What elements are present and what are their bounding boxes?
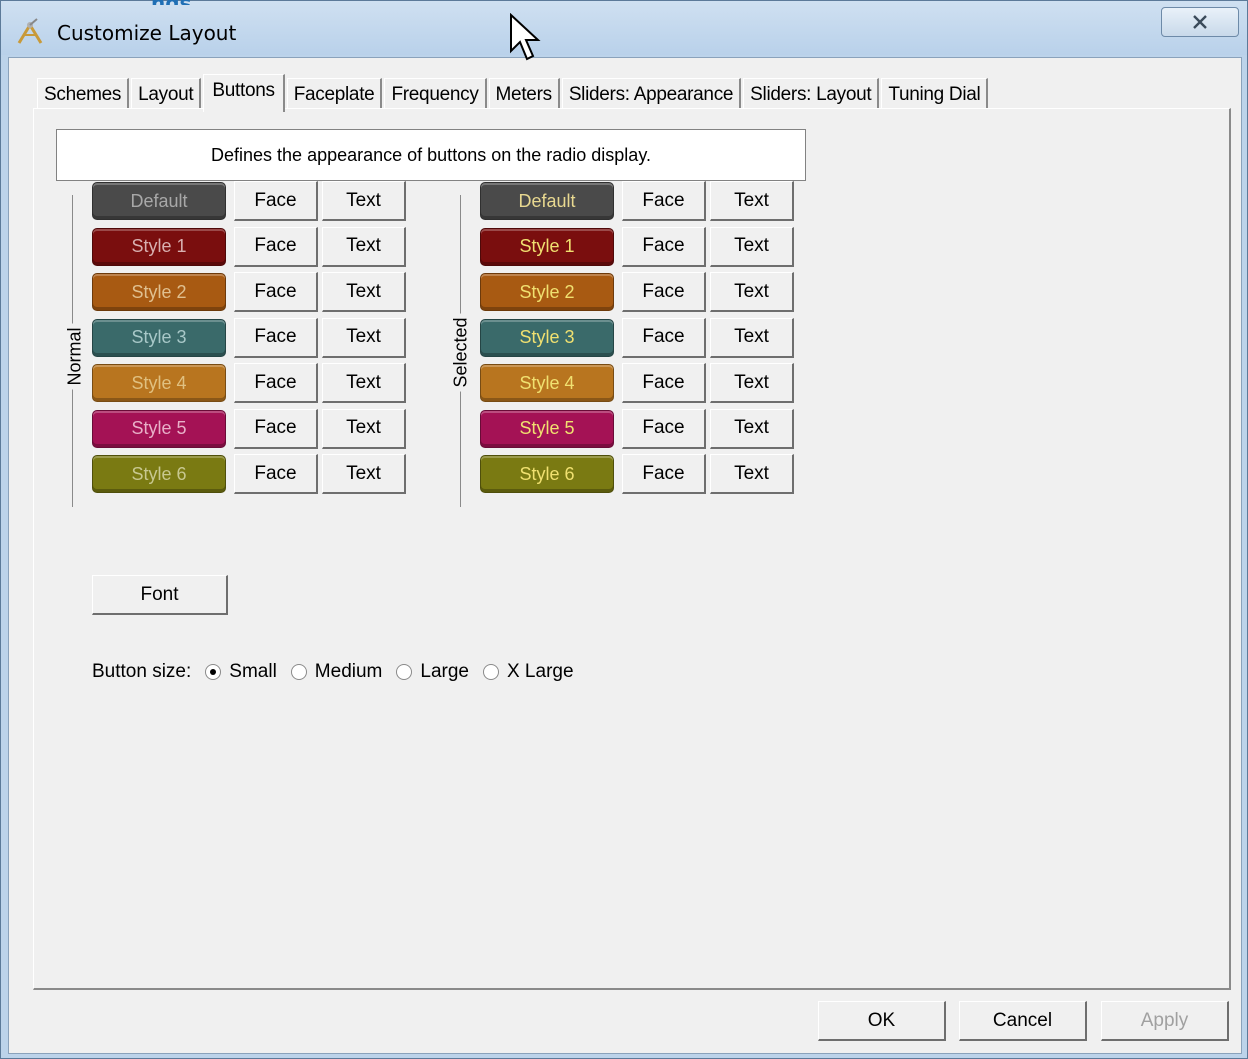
selected-style-3-preview-button[interactable]: Style 3 <box>480 318 614 357</box>
normal-style-2-text-button[interactable]: Text <box>322 272 406 312</box>
tab-tuning-dial[interactable]: Tuning Dial <box>881 78 989 110</box>
normal-style-5-face-button[interactable]: Face <box>234 408 318 449</box>
app-icon <box>17 18 43 44</box>
normal-style-4-text-button[interactable]: Text <box>322 363 406 403</box>
tab-layout[interactable]: Layout <box>131 78 202 110</box>
normal-style-5-text-button[interactable]: Text <box>322 408 406 449</box>
size-option-label[interactable]: X Large <box>507 661 574 683</box>
ok-button[interactable]: OK <box>818 1001 946 1041</box>
cancel-button[interactable]: Cancel <box>959 1001 1087 1041</box>
normal-default-preview-button[interactable]: Default <box>92 182 226 220</box>
selected-style-1-preview-button[interactable]: Style 1 <box>480 227 614 266</box>
button-size-row: Button size: Small Medium Large X Large <box>92 661 574 683</box>
tab-strip: Schemes Layout Buttons Faceplate Frequency Me… <box>37 74 990 112</box>
normal-style-6-face-button[interactable]: Face <box>234 454 318 494</box>
size-radio-medium[interactable] <box>290 664 307 680</box>
normal-style-3-text-button[interactable]: Text <box>322 317 406 358</box>
normal-style-3-preview-button[interactable]: Style 3 <box>92 318 226 357</box>
selected-style-2-preview-button[interactable]: Style 2 <box>480 273 614 311</box>
normal-style-6-preview-button[interactable]: Style 6 <box>92 455 226 493</box>
normal-style-1-preview-button[interactable]: Style 1 <box>92 227 226 266</box>
dialog-client-area: Schemes Layout Buttons Faceplate Frequency Me… <box>8 57 1242 1054</box>
normal-default-text-button[interactable]: Text <box>322 181 406 221</box>
tab-buttons[interactable]: Buttons <box>203 74 285 112</box>
selected-default-preview-button[interactable]: Default <box>480 182 614 220</box>
size-option-label[interactable]: Large <box>420 661 469 683</box>
normal-style-5-preview-button[interactable]: Style 5 <box>92 409 226 448</box>
mouse-cursor-icon <box>510 13 541 61</box>
close-icon <box>1193 15 1207 29</box>
apply-button[interactable]: Apply <box>1101 1001 1229 1041</box>
normal-style-6-text-button[interactable]: Text <box>322 454 406 494</box>
normal-style-1-text-button[interactable]: Text <box>322 226 406 267</box>
radio-selected-dot <box>210 669 217 675</box>
selected-style-4-text-button[interactable]: Text <box>710 363 794 403</box>
selected-style-4-preview-button[interactable]: Style 4 <box>480 364 614 402</box>
selected-style-2-face-button[interactable]: Face <box>622 272 706 312</box>
description-box: Defines the appearance of buttons on the… <box>56 129 806 181</box>
description-text: Defines the appearance of buttons on the… <box>211 144 651 165</box>
buttons-tab-panel: Defines the appearance of buttons on the… <box>33 108 1231 990</box>
size-option-label[interactable]: Small <box>229 661 277 683</box>
selected-style-6-face-button[interactable]: Face <box>622 454 706 494</box>
selected-style-4-face-button[interactable]: Face <box>622 363 706 403</box>
button-size-label: Button size: <box>92 661 192 682</box>
selected-style-1-face-button[interactable]: Face <box>622 226 706 267</box>
normal-style-4-face-button[interactable]: Face <box>234 363 318 403</box>
tab-schemes[interactable]: Schemes <box>37 78 130 110</box>
normal-style-2-face-button[interactable]: Face <box>234 272 318 312</box>
size-option-label[interactable]: Medium <box>315 661 383 683</box>
selected-style-6-text-button[interactable]: Text <box>710 454 794 494</box>
normal-style-2-preview-button[interactable]: Style 2 <box>92 273 226 311</box>
title-bar[interactable]: ngs Customize Layout <box>1 0 1247 55</box>
selected-style-5-preview-button[interactable]: Style 5 <box>480 409 614 448</box>
tab-sliders-appearance[interactable]: Sliders: Appearance <box>561 78 742 110</box>
selected-default-face-button[interactable]: Face <box>622 181 706 221</box>
tab-frequency[interactable]: Frequency <box>384 78 487 110</box>
normal-default-face-button[interactable]: Face <box>234 181 318 221</box>
tab-meters[interactable]: Meters <box>488 78 560 110</box>
selected-style-6-preview-button[interactable]: Style 6 <box>480 455 614 493</box>
selected-default-text-button[interactable]: Text <box>710 181 794 221</box>
customize-layout-window: ngs Customize Layout SchemesLayoutButton… <box>0 0 1248 1059</box>
selected-style-3-face-button[interactable]: Face <box>622 317 706 358</box>
normal-group-label: Normal <box>64 323 86 390</box>
size-radio-small[interactable] <box>205 664 222 680</box>
selected-style-2-text-button[interactable]: Text <box>710 272 794 312</box>
normal-style-4-preview-button[interactable]: Style 4 <box>92 364 226 402</box>
window-title: Customize Layout <box>57 21 237 45</box>
tab-sliders-layout[interactable]: Sliders: Layout <box>743 78 880 110</box>
close-button[interactable] <box>1161 7 1239 37</box>
selected-style-5-face-button[interactable]: Face <box>622 408 706 449</box>
selected-style-5-text-button[interactable]: Text <box>710 408 794 449</box>
normal-style-1-face-button[interactable]: Face <box>234 226 318 267</box>
background-title-ghost: ngs <box>151 0 401 5</box>
normal-style-3-face-button[interactable]: Face <box>234 317 318 358</box>
size-radio-large[interactable] <box>396 664 413 680</box>
tab-faceplate[interactable]: Faceplate <box>286 78 383 110</box>
selected-style-3-text-button[interactable]: Text <box>710 317 794 358</box>
size-radio-x-large[interactable] <box>482 664 499 680</box>
font-button[interactable]: Font <box>92 575 228 615</box>
selected-style-1-text-button[interactable]: Text <box>710 226 794 267</box>
selected-group-label: Selected <box>450 313 472 392</box>
